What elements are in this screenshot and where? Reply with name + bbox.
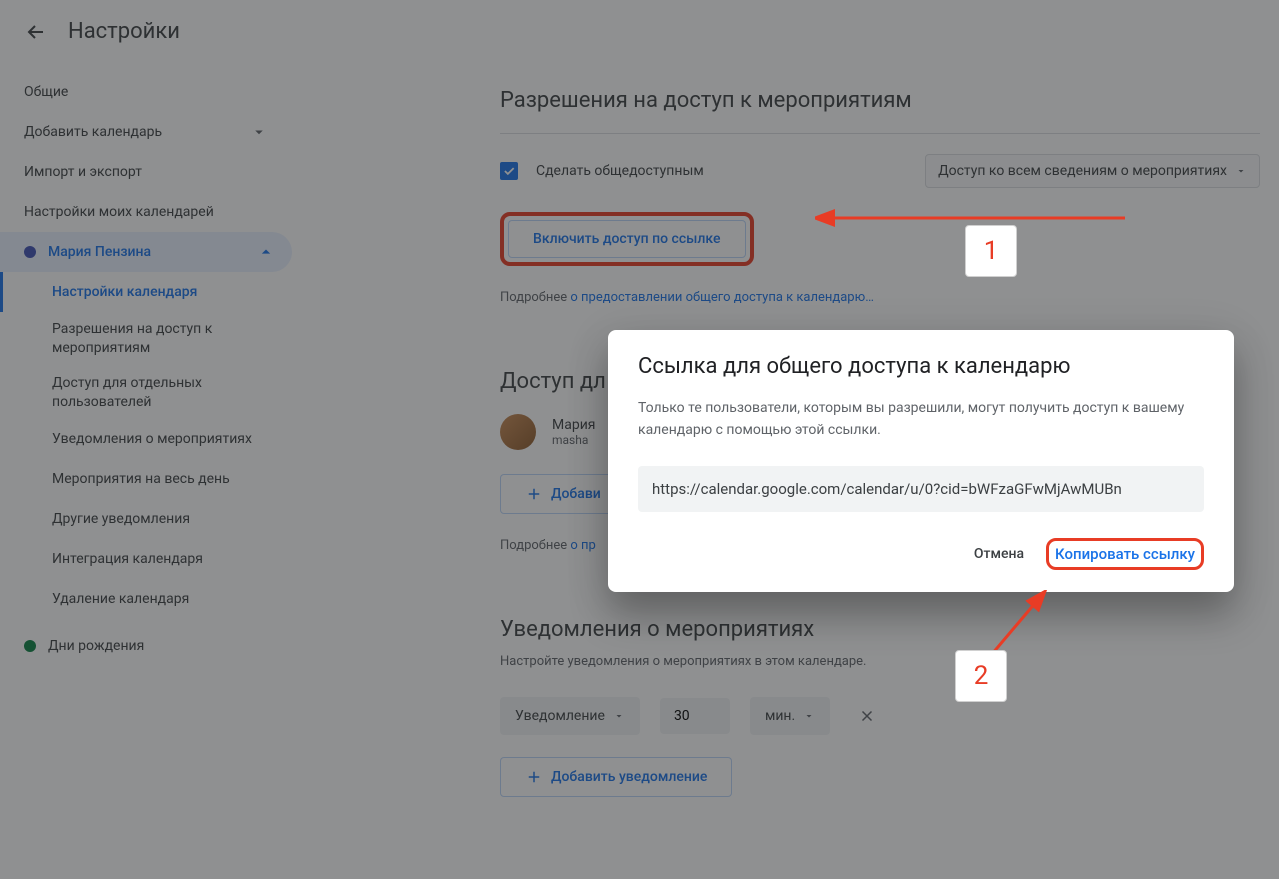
annotation-highlight-2: Копировать ссылку (1046, 538, 1204, 570)
dialog-description: Только те пользователи, которым вы разре… (638, 397, 1204, 442)
cancel-button[interactable]: Отмена (964, 538, 1034, 570)
dialog-title: Ссылка для общего доступа к календарю (638, 354, 1204, 379)
copy-link-button[interactable]: Копировать ссылку (1055, 545, 1195, 563)
share-link-dialog: Ссылка для общего доступа к календарю То… (608, 330, 1234, 592)
share-url-field[interactable]: https://calendar.google.com/calendar/u/0… (638, 466, 1204, 512)
annotation-marker-1: 1 (965, 225, 1017, 277)
annotation-marker-2: 2 (955, 650, 1007, 702)
